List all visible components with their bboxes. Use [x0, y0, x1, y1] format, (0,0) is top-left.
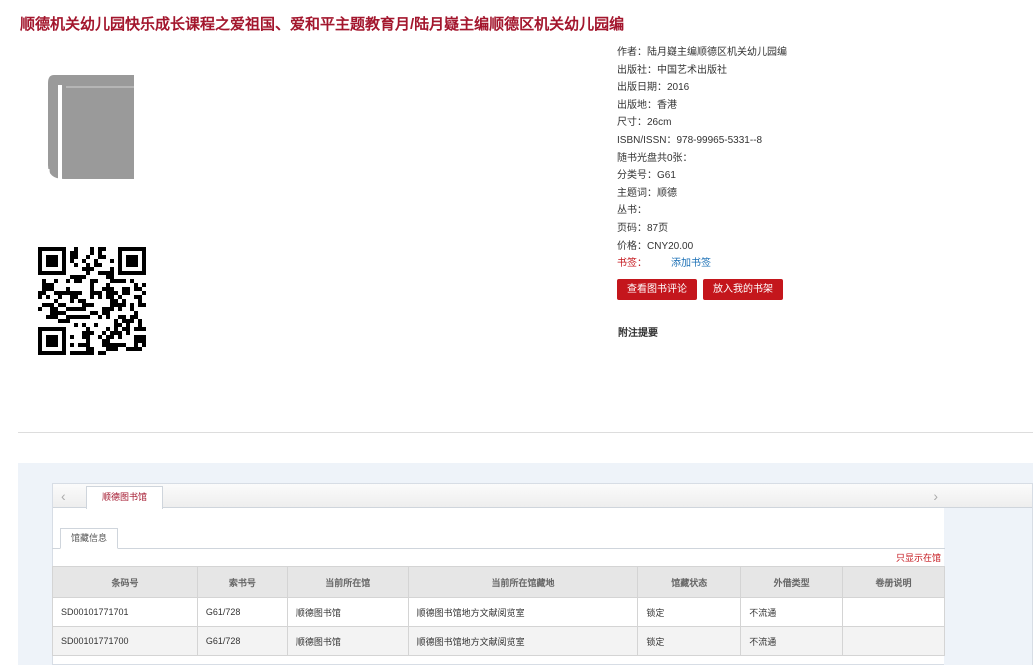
- only-in-library-filter[interactable]: 只显示在馆: [896, 551, 941, 564]
- meta-label: 分类号：: [617, 170, 657, 182]
- bookmark-row: 书签： 添加书签: [617, 255, 1017, 273]
- add-bookmark-link[interactable]: 添加书签: [671, 258, 711, 269]
- meta-label: 出版地：: [617, 99, 657, 111]
- meta-row: 丛书：: [617, 202, 1017, 220]
- meta-row: 出版日期：2016: [617, 79, 1017, 97]
- column-header[interactable]: 当前所在馆藏地: [407, 566, 639, 598]
- meta-row: 出版社：中国艺术出版社: [617, 62, 1017, 80]
- column-header[interactable]: 当前所在馆: [286, 566, 409, 598]
- meta-value: 87页: [647, 222, 669, 234]
- column-header[interactable]: 馆藏状态: [637, 566, 742, 598]
- view-reviews-button[interactable]: 查看图书评论: [617, 278, 697, 300]
- chevron-left-icon[interactable]: ‹: [61, 488, 66, 504]
- page-title: 顺德机关幼儿园快乐成长课程之爱祖国、爱和平主题教育月/陆月嶷主编顺德区机关幼儿园…: [20, 16, 625, 33]
- qr-code-icon: [38, 247, 146, 355]
- bookmark-label: 书签：: [617, 258, 647, 270]
- meta-value: 香港: [657, 99, 677, 111]
- table-cell: 顺德图书馆地方文献阅览室: [407, 626, 639, 656]
- tab-holdings-info[interactable]: 馆藏信息: [60, 528, 119, 549]
- chevron-right-icon[interactable]: ›: [933, 488, 938, 504]
- panel-side-fill: [944, 508, 1032, 665]
- table-cell: [842, 597, 945, 627]
- table-cell: SD00101771700: [52, 626, 198, 656]
- meta-label: 尺寸：: [617, 117, 647, 129]
- meta-label: 出版日期：: [617, 82, 667, 94]
- column-header[interactable]: 索书号: [196, 566, 288, 598]
- meta-row: 分类号：G61: [617, 167, 1017, 185]
- table-cell: G61/728: [196, 626, 288, 656]
- book-metadata: 作者：陆月嶷主编顺德区机关幼儿园编 出版社：中国艺术出版社 出版日期：2016 出版地…: [617, 44, 1017, 300]
- meta-value: 978-99965-5331--8: [676, 134, 763, 146]
- tab-library[interactable]: 顺德图书馆: [86, 486, 164, 509]
- column-header[interactable]: 条码号: [52, 566, 198, 598]
- meta-label: 主题词：: [617, 187, 657, 199]
- meta-label: 价格：: [617, 240, 647, 252]
- meta-value: CNY20.00: [647, 240, 694, 252]
- meta-value: 陆月嶷主编顺德区机关幼儿园编: [647, 47, 787, 58]
- subtab-divider: [52, 548, 945, 549]
- note-title: 附注提要: [618, 328, 658, 339]
- meta-label: 丛书：: [617, 205, 647, 217]
- book-icon: [46, 75, 134, 185]
- table-cell: 顺德图书馆: [286, 626, 409, 656]
- table-row: SD00101771700 G61/728 顺德图书馆 顺德图书馆地方文献阅览室 锁定不…: [52, 626, 945, 656]
- meta-label: 出版社：: [617, 64, 657, 76]
- section-divider: [18, 432, 1033, 433]
- meta-row: 页码：87页: [617, 220, 1017, 238]
- table-cell: [842, 626, 945, 656]
- meta-value: G61: [657, 170, 676, 182]
- column-header[interactable]: 外借类型: [740, 566, 844, 598]
- table-cell: 锁定: [637, 626, 742, 656]
- table-row: SD00101771701 G61/728 顺德图书馆 顺德图书馆地方文献阅览室 锁定不…: [52, 597, 945, 627]
- library-tabbar: ‹ 顺德图书馆 ›: [53, 484, 1032, 509]
- meta-label: ISBN/ISSN：: [617, 134, 677, 146]
- meta-value: 中国艺术出版社: [657, 64, 727, 76]
- meta-label: 页码：: [617, 222, 647, 234]
- meta-value: 26cm: [647, 117, 672, 129]
- meta-row: ISBN/ISSN：978-99965-5331--8: [617, 132, 1017, 150]
- meta-row: 随书光盘共0张：: [617, 150, 1017, 168]
- column-header[interactable]: 卷册说明: [842, 566, 945, 598]
- meta-row: 作者：陆月嶷主编顺德区机关幼儿园编: [617, 44, 1017, 62]
- table-cell: G61/728: [196, 597, 288, 627]
- meta-value: 顺德: [657, 187, 677, 199]
- add-to-shelf-button[interactable]: 放入我的书架: [703, 278, 783, 300]
- table-cell: 不流通: [740, 626, 844, 656]
- table-cell: 顺德图书馆: [286, 597, 409, 627]
- meta-label: 作者：: [617, 47, 647, 58]
- meta-row: 主题词：顺德: [617, 185, 1017, 203]
- table-cell: SD00101771701: [52, 597, 198, 627]
- table-cell: 锁定: [637, 597, 742, 627]
- table-header-row: 条码号 索书号 当前所在馆 当前所在馆藏地 馆藏状态 外借类型 卷册说明: [52, 566, 945, 598]
- meta-row: 价格：CNY20.00: [617, 238, 1017, 256]
- meta-row: 尺寸：26cm: [617, 114, 1017, 132]
- meta-row: 出版地：香港: [617, 97, 1017, 115]
- holdings-table: 条码号 索书号 当前所在馆 当前所在馆藏地 馆藏状态 外借类型 卷册说明 SD0010177…: [52, 566, 945, 656]
- meta-label: 随书光盘共0张：: [617, 152, 693, 164]
- table-cell: 不流通: [740, 597, 844, 627]
- table-cell: 顺德图书馆地方文献阅览室: [407, 597, 639, 627]
- meta-value: 2016: [667, 82, 690, 94]
